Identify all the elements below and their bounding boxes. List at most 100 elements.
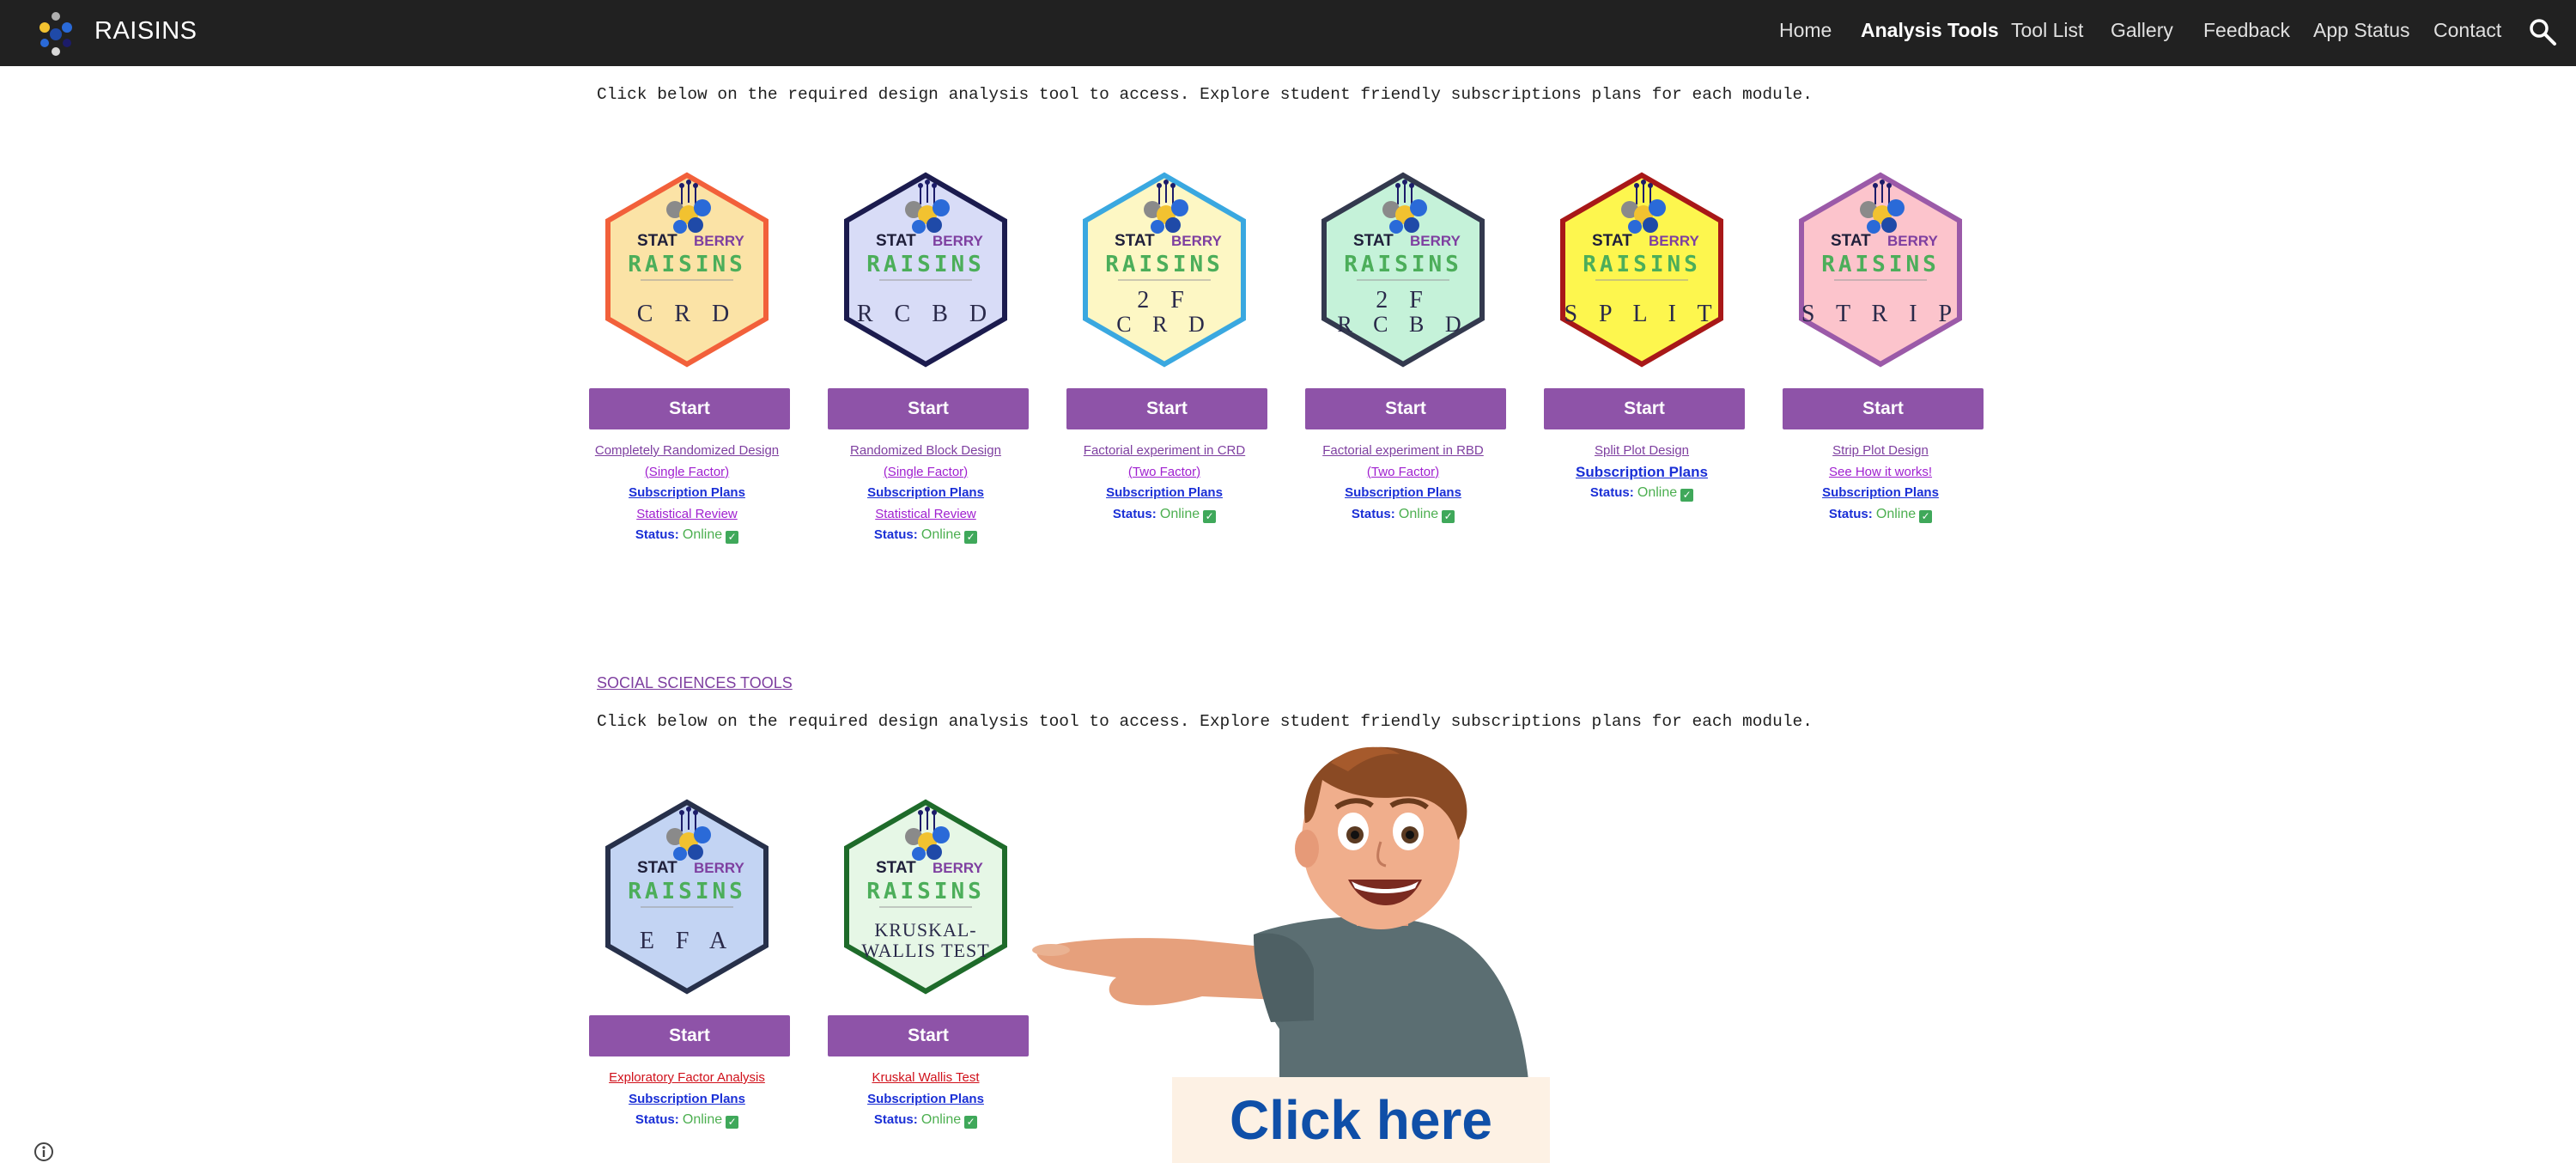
hex-badge-graphic-rcbd[interactable]: STAT BERRY RAISINS R C B D bbox=[841, 172, 1010, 368]
tool-links-2f-crd: Factorial experiment in CRD (Two Factor) S… bbox=[1044, 441, 1285, 525]
tool-link[interactable]: Strip Plot Design bbox=[1760, 441, 2001, 462]
nav-app-status[interactable]: App Status bbox=[2313, 19, 2410, 42]
top-nav-bar: RAISINS Home Analysis Tools Tool List Ga… bbox=[0, 0, 2576, 66]
social-tools-intro: Click below on the required design analy… bbox=[597, 712, 1813, 731]
hex-badge-2f-crd[interactable]: STAT BERRY RAISINS 2 F C R D bbox=[1080, 172, 1249, 368]
tool-link[interactable]: Factorial experiment in RBD bbox=[1283, 441, 1523, 462]
tool-link[interactable]: (Two Factor) bbox=[1044, 462, 1285, 484]
status-label: Status: bbox=[873, 527, 921, 542]
tool-link[interactable]: Subscription Plans bbox=[567, 483, 807, 504]
hex-badge-rcbd[interactable]: STAT BERRY RAISINS R C B D bbox=[841, 172, 1010, 368]
tool-link[interactable]: Completely Randomized Design bbox=[567, 441, 807, 462]
status-line: Status: Online ✓ bbox=[567, 1110, 807, 1131]
start-button-2f-crd[interactable]: Start bbox=[1066, 388, 1267, 429]
tool-link[interactable]: Randomized Block Design bbox=[805, 441, 1046, 462]
check-icon: ✓ bbox=[964, 531, 978, 544]
tool-link[interactable]: Subscription Plans bbox=[1522, 462, 1762, 484]
tool-link[interactable]: (Single Factor) bbox=[567, 462, 807, 484]
tool-link[interactable]: (Single Factor) bbox=[805, 462, 1046, 484]
tool-link[interactable]: (Two Factor) bbox=[1283, 462, 1523, 484]
hex-badge-graphic-split[interactable]: STAT BERRY RAISINS S P L I T bbox=[1558, 172, 1726, 368]
tool-link[interactable]: Kruskal Wallis Test bbox=[805, 1068, 1046, 1089]
social-sciences-heading[interactable]: SOCIAL SCIENCES TOOLS bbox=[597, 674, 793, 692]
nav-contact[interactable]: Contact bbox=[2433, 19, 2501, 42]
hex-badge-strip[interactable]: STAT BERRY RAISINS S T R I P bbox=[1796, 172, 1965, 368]
hex-badge-graphic-crd[interactable]: STAT BERRY RAISINS C R D bbox=[603, 172, 771, 368]
status-label: Status: bbox=[1112, 506, 1160, 521]
status-value: Online bbox=[1875, 506, 1917, 521]
badge-brand-bottom: BERRY bbox=[1171, 233, 1223, 249]
start-button-efa[interactable]: Start bbox=[589, 1015, 790, 1056]
tool-link[interactable]: Subscription Plans bbox=[805, 483, 1046, 504]
info-icon[interactable] bbox=[33, 1141, 55, 1163]
hex-badge-kruskal-wallis-test[interactable]: STAT BERRY RAISINS KRUSKAL- WALLIS TEST bbox=[841, 799, 1010, 995]
click-here-button[interactable]: Click here bbox=[1172, 1077, 1550, 1163]
status-line: Status: Online ✓ bbox=[1522, 483, 1762, 504]
raisins-logo-icon[interactable] bbox=[33, 9, 79, 58]
status-line: Status: Online ✓ bbox=[805, 1110, 1046, 1131]
hex-badge-graphic-efa[interactable]: STAT BERRY RAISINS E F A bbox=[603, 799, 771, 995]
status-label: Status: bbox=[1828, 506, 1876, 521]
badge-product-name: RAISINS bbox=[628, 879, 746, 904]
nav-tool-list[interactable]: Tool List bbox=[2011, 19, 2083, 42]
hex-badge-graphic-strip[interactable]: STAT BERRY RAISINS S T R I P bbox=[1796, 172, 1965, 368]
badge-brand-bottom: BERRY bbox=[1410, 233, 1461, 249]
badge-brand-bottom: BERRY bbox=[1649, 233, 1700, 249]
nav-home[interactable]: Home bbox=[1779, 19, 1832, 42]
hex-badge-crd[interactable]: STAT BERRY RAISINS C R D bbox=[603, 172, 771, 368]
badge-brand-bottom: BERRY bbox=[694, 860, 745, 876]
tool-link[interactable]: Subscription Plans bbox=[1760, 483, 2001, 504]
hex-badge-2f-rcbd[interactable]: STAT BERRY RAISINS 2 F R C B D bbox=[1319, 172, 1487, 368]
page-scrollbar[interactable] bbox=[2566, 66, 2576, 719]
hex-badge-graphic-2f-crd[interactable]: STAT BERRY RAISINS 2 F C R D bbox=[1080, 172, 1249, 368]
brand-name[interactable]: RAISINS bbox=[94, 17, 197, 46]
start-button-kruskal-wallis-test[interactable]: Start bbox=[828, 1015, 1029, 1056]
badge-brand-bottom: BERRY bbox=[933, 233, 984, 249]
badge-product-name: RAISINS bbox=[1105, 252, 1224, 277]
tool-link[interactable]: Subscription Plans bbox=[567, 1089, 807, 1111]
tool-links-strip: Strip Plot Design See How it works! Subscr… bbox=[1760, 441, 2001, 525]
tool-link[interactable]: Factorial experiment in CRD bbox=[1044, 441, 1285, 462]
badge-code-line2: R C B D bbox=[1337, 312, 1468, 337]
badge-brand-top: STAT bbox=[876, 232, 916, 250]
tool-link[interactable]: Exploratory Factor Analysis bbox=[567, 1068, 807, 1089]
search-icon[interactable] bbox=[2528, 17, 2557, 46]
tool-link[interactable]: Subscription Plans bbox=[1283, 483, 1523, 504]
badge-code-line1: C R D bbox=[637, 301, 738, 327]
hex-badge-efa[interactable]: STAT BERRY RAISINS E F A bbox=[603, 799, 771, 995]
badge-brand-top: STAT bbox=[637, 859, 677, 877]
tool-link[interactable]: Split Plot Design bbox=[1522, 441, 1762, 462]
status-value: Online bbox=[1637, 485, 1678, 500]
badge-product-name: RAISINS bbox=[1344, 252, 1462, 277]
tool-link[interactable]: Statistical Review bbox=[805, 504, 1046, 526]
status-value: Online bbox=[682, 527, 723, 542]
nav-gallery[interactable]: Gallery bbox=[2111, 19, 2173, 42]
tool-link[interactable]: Statistical Review bbox=[567, 504, 807, 526]
design-tools-intro: Click below on the required design analy… bbox=[597, 85, 1813, 104]
tool-link[interactable]: See How it works! bbox=[1760, 462, 2001, 484]
status-value: Online bbox=[920, 1112, 962, 1127]
status-label: Status: bbox=[635, 1112, 683, 1127]
status-line: Status: Online ✓ bbox=[1760, 504, 2001, 526]
hex-badge-split[interactable]: STAT BERRY RAISINS S P L I T bbox=[1558, 172, 1726, 368]
start-button-rcbd[interactable]: Start bbox=[828, 388, 1029, 429]
status-label: Status: bbox=[873, 1112, 921, 1127]
start-button-crd[interactable]: Start bbox=[589, 388, 790, 429]
badge-product-name: RAISINS bbox=[1821, 252, 1940, 277]
nav-analysis-tools[interactable]: Analysis Tools bbox=[1861, 19, 1999, 42]
badge-code-line1: S T R I P bbox=[1801, 301, 1959, 327]
tool-links-2f-rcbd: Factorial experiment in RBD (Two Factor) S… bbox=[1283, 441, 1523, 525]
nav-feedback[interactable]: Feedback bbox=[2203, 19, 2290, 42]
badge-product-name: RAISINS bbox=[628, 252, 746, 277]
hex-badge-graphic-2f-rcbd[interactable]: STAT BERRY RAISINS 2 F R C B D bbox=[1319, 172, 1487, 368]
tool-link[interactable]: Subscription Plans bbox=[805, 1089, 1046, 1111]
start-button-strip[interactable]: Start bbox=[1783, 388, 1984, 429]
start-button-split[interactable]: Start bbox=[1544, 388, 1745, 429]
badge-code-line1: KRUSKAL- bbox=[874, 919, 976, 941]
tool-link[interactable]: Subscription Plans bbox=[1044, 483, 1285, 504]
hex-badge-graphic-kruskal-wallis-test[interactable]: STAT BERRY RAISINS KRUSKAL- WALLIS TEST bbox=[841, 799, 1010, 995]
start-button-2f-rcbd[interactable]: Start bbox=[1305, 388, 1506, 429]
badge-code-line2: WALLIS TEST bbox=[861, 940, 989, 961]
check-icon: ✓ bbox=[726, 531, 739, 544]
tool-links-efa: Exploratory Factor Analysis Subscription … bbox=[567, 1068, 807, 1131]
